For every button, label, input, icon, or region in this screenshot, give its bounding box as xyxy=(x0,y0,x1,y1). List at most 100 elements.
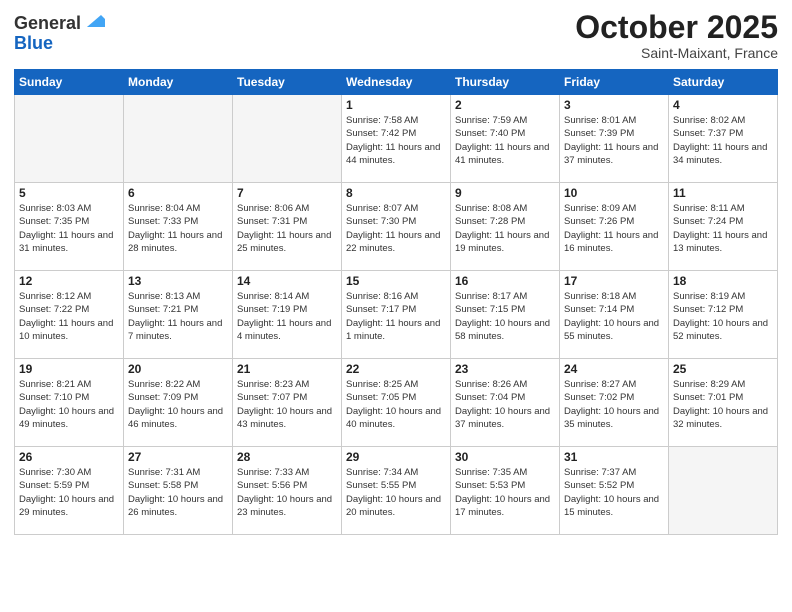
day-info: Sunrise: 8:16 AMSunset: 7:17 PMDaylight:… xyxy=(346,290,446,343)
day-info: Sunrise: 7:33 AMSunset: 5:56 PMDaylight:… xyxy=(237,466,337,519)
calendar: Sunday Monday Tuesday Wednesday Thursday… xyxy=(14,69,778,535)
table-row: 24 Sunrise: 8:27 AMSunset: 7:02 PMDayligh… xyxy=(560,359,669,447)
table-row: 31 Sunrise: 7:37 AMSunset: 5:52 PMDayligh… xyxy=(560,447,669,535)
day-info: Sunrise: 7:35 AMSunset: 5:53 PMDaylight:… xyxy=(455,466,555,519)
day-number: 4 xyxy=(673,98,773,112)
day-number: 25 xyxy=(673,362,773,376)
day-info: Sunrise: 8:23 AMSunset: 7:07 PMDaylight:… xyxy=(237,378,337,431)
table-row xyxy=(15,95,124,183)
day-number: 19 xyxy=(19,362,119,376)
table-row: 7 Sunrise: 8:06 AMSunset: 7:31 PMDaylight… xyxy=(233,183,342,271)
table-row xyxy=(233,95,342,183)
calendar-week-4: 19 Sunrise: 8:21 AMSunset: 7:10 PMDayligh… xyxy=(15,359,778,447)
day-info: Sunrise: 8:11 AMSunset: 7:24 PMDaylight:… xyxy=(673,202,773,255)
table-row xyxy=(124,95,233,183)
page: General Blue October 2025 Saint-Maixant,… xyxy=(0,0,792,612)
table-row: 3 Sunrise: 8:01 AMSunset: 7:39 PMDaylight… xyxy=(560,95,669,183)
logo-icon xyxy=(83,9,105,31)
logo-blue-text: Blue xyxy=(14,34,105,54)
table-row: 1Sunrise: 7:58 AMSunset: 7:42 PMDaylight… xyxy=(342,95,451,183)
calendar-week-5: 26 Sunrise: 7:30 AMSunset: 5:59 PMDayligh… xyxy=(15,447,778,535)
month-title: October 2025 xyxy=(575,10,778,45)
day-info: Sunrise: 7:31 AMSunset: 5:58 PMDaylight:… xyxy=(128,466,228,519)
calendar-week-1: 1Sunrise: 7:58 AMSunset: 7:42 PMDaylight… xyxy=(15,95,778,183)
table-row: 4 Sunrise: 8:02 AMSunset: 7:37 PMDaylight… xyxy=(669,95,778,183)
table-row: 12 Sunrise: 8:12 AMSunset: 7:22 PMDayligh… xyxy=(15,271,124,359)
day-number: 22 xyxy=(346,362,446,376)
col-monday: Monday xyxy=(124,70,233,95)
day-number: 17 xyxy=(564,274,664,288)
calendar-week-3: 12 Sunrise: 8:12 AMSunset: 7:22 PMDayligh… xyxy=(15,271,778,359)
table-row: 22Sunrise: 8:25 AMSunset: 7:05 PMDayligh… xyxy=(342,359,451,447)
table-row xyxy=(669,447,778,535)
day-info: Sunrise: 8:21 AMSunset: 7:10 PMDaylight:… xyxy=(19,378,119,431)
day-number: 14 xyxy=(237,274,337,288)
day-info: Sunrise: 8:06 AMSunset: 7:31 PMDaylight:… xyxy=(237,202,337,255)
day-number: 10 xyxy=(564,186,664,200)
day-number: 24 xyxy=(564,362,664,376)
day-info: Sunrise: 8:09 AMSunset: 7:26 PMDaylight:… xyxy=(564,202,664,255)
table-row: 11 Sunrise: 8:11 AMSunset: 7:24 PMDayligh… xyxy=(669,183,778,271)
day-info: Sunrise: 8:22 AMSunset: 7:09 PMDaylight:… xyxy=(128,378,228,431)
col-thursday: Thursday xyxy=(451,70,560,95)
logo-general-text: General xyxy=(14,14,81,34)
table-row: 25Sunrise: 8:29 AMSunset: 7:01 PMDayligh… xyxy=(669,359,778,447)
table-row: 20 Sunrise: 8:22 AMSunset: 7:09 PMDayligh… xyxy=(124,359,233,447)
day-number: 11 xyxy=(673,186,773,200)
day-info: Sunrise: 8:07 AMSunset: 7:30 PMDaylight:… xyxy=(346,202,446,255)
col-saturday: Saturday xyxy=(669,70,778,95)
day-number: 1 xyxy=(346,98,446,112)
day-number: 3 xyxy=(564,98,664,112)
day-number: 31 xyxy=(564,450,664,464)
table-row: 30 Sunrise: 7:35 AMSunset: 5:53 PMDayligh… xyxy=(451,447,560,535)
col-wednesday: Wednesday xyxy=(342,70,451,95)
table-row: 19 Sunrise: 8:21 AMSunset: 7:10 PMDayligh… xyxy=(15,359,124,447)
day-info: Sunrise: 8:13 AMSunset: 7:21 PMDaylight:… xyxy=(128,290,228,343)
table-row: 15 Sunrise: 8:16 AMSunset: 7:17 PMDayligh… xyxy=(342,271,451,359)
day-number: 2 xyxy=(455,98,555,112)
day-info: Sunrise: 8:19 AMSunset: 7:12 PMDaylight:… xyxy=(673,290,773,343)
day-number: 26 xyxy=(19,450,119,464)
day-info: Sunrise: 8:17 AMSunset: 7:15 PMDaylight:… xyxy=(455,290,555,343)
table-row: 8 Sunrise: 8:07 AMSunset: 7:30 PMDaylight… xyxy=(342,183,451,271)
day-number: 8 xyxy=(346,186,446,200)
table-row: 13 Sunrise: 8:13 AMSunset: 7:21 PMDayligh… xyxy=(124,271,233,359)
day-number: 18 xyxy=(673,274,773,288)
day-number: 21 xyxy=(237,362,337,376)
col-friday: Friday xyxy=(560,70,669,95)
day-number: 27 xyxy=(128,450,228,464)
day-info: Sunrise: 8:03 AMSunset: 7:35 PMDaylight:… xyxy=(19,202,119,255)
day-info: Sunrise: 8:12 AMSunset: 7:22 PMDaylight:… xyxy=(19,290,119,343)
day-number: 20 xyxy=(128,362,228,376)
day-number: 7 xyxy=(237,186,337,200)
table-row: 23Sunrise: 8:26 AMSunset: 7:04 PMDayligh… xyxy=(451,359,560,447)
table-row: 27 Sunrise: 7:31 AMSunset: 5:58 PMDayligh… xyxy=(124,447,233,535)
day-info: Sunrise: 8:18 AMSunset: 7:14 PMDaylight:… xyxy=(564,290,664,343)
day-info: Sunrise: 8:02 AMSunset: 7:37 PMDaylight:… xyxy=(673,114,773,167)
logo: General Blue xyxy=(14,14,105,54)
calendar-week-2: 5Sunrise: 8:03 AMSunset: 7:35 PMDaylight… xyxy=(15,183,778,271)
table-row: 10 Sunrise: 8:09 AMSunset: 7:26 PMDayligh… xyxy=(560,183,669,271)
table-row: 5Sunrise: 8:03 AMSunset: 7:35 PMDaylight… xyxy=(15,183,124,271)
day-info: Sunrise: 8:08 AMSunset: 7:28 PMDaylight:… xyxy=(455,202,555,255)
day-number: 29 xyxy=(346,450,446,464)
col-tuesday: Tuesday xyxy=(233,70,342,95)
day-info: Sunrise: 8:26 AMSunset: 7:04 PMDaylight:… xyxy=(455,378,555,431)
table-row: 18 Sunrise: 8:19 AMSunset: 7:12 PMDayligh… xyxy=(669,271,778,359)
header: General Blue October 2025 Saint-Maixant,… xyxy=(14,10,778,61)
table-row: 16Sunrise: 8:17 AMSunset: 7:15 PMDayligh… xyxy=(451,271,560,359)
day-number: 9 xyxy=(455,186,555,200)
day-info: Sunrise: 8:27 AMSunset: 7:02 PMDaylight:… xyxy=(564,378,664,431)
day-number: 15 xyxy=(346,274,446,288)
day-number: 30 xyxy=(455,450,555,464)
day-info: Sunrise: 8:04 AMSunset: 7:33 PMDaylight:… xyxy=(128,202,228,255)
day-info: Sunrise: 7:59 AMSunset: 7:40 PMDaylight:… xyxy=(455,114,555,167)
day-info: Sunrise: 7:37 AMSunset: 5:52 PMDaylight:… xyxy=(564,466,664,519)
day-number: 13 xyxy=(128,274,228,288)
day-info: Sunrise: 8:01 AMSunset: 7:39 PMDaylight:… xyxy=(564,114,664,167)
location-subtitle: Saint-Maixant, France xyxy=(575,45,778,61)
day-info: Sunrise: 7:30 AMSunset: 5:59 PMDaylight:… xyxy=(19,466,119,519)
table-row: 6Sunrise: 8:04 AMSunset: 7:33 PMDaylight… xyxy=(124,183,233,271)
day-number: 12 xyxy=(19,274,119,288)
day-info: Sunrise: 7:34 AMSunset: 5:55 PMDaylight:… xyxy=(346,466,446,519)
